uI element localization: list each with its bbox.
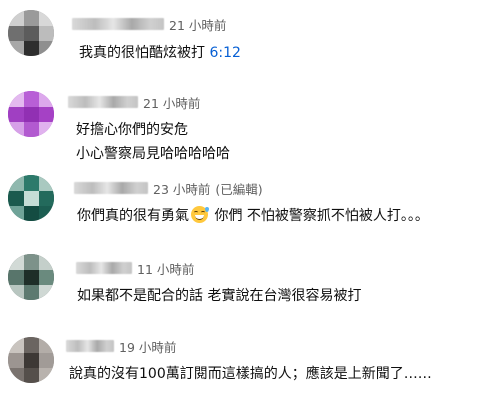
comment-text: 如果都不是配合的話 老實說在台灣很容易被打 xyxy=(77,288,362,304)
username-redacted[interactable] xyxy=(72,18,164,30)
comment-time[interactable]: 21 小時前 xyxy=(143,93,200,112)
comment-header: 21 小時前 xyxy=(68,93,200,111)
avatar[interactable] xyxy=(8,175,54,221)
edited-label: (已編輯) xyxy=(215,181,263,197)
avatar[interactable] xyxy=(8,254,54,300)
comment-text: 說真的沒有100萬訂閱而這樣搞的人；應該是上新聞了…… xyxy=(69,366,432,382)
avatar[interactable] xyxy=(8,337,54,383)
comment-text: 你們真的很有勇氣 你們 不怕被警察抓不怕被人打。。。 xyxy=(77,206,429,224)
comment-text-line-1: 好擔心你們的安危 xyxy=(76,122,188,138)
comment-time[interactable]: 21 小時前 xyxy=(169,15,226,34)
username-redacted[interactable] xyxy=(66,340,114,352)
grinning-sweat-emoji-icon xyxy=(191,206,209,223)
comment-header: 11 小時前 xyxy=(76,259,194,277)
comment-text: 我真的很怕酷炫被打 6:12 xyxy=(79,45,241,61)
comment-header: 23 小時前 (已編輯) xyxy=(74,179,263,197)
comment-text-line-2: 小心警察局見哈哈哈哈哈 xyxy=(76,146,230,162)
username-redacted[interactable] xyxy=(68,96,138,108)
comment-list: 21 小時前 我真的很怕酷炫被打 6:12 21 小時前 好擔心你們的安危 小心… xyxy=(0,0,501,402)
avatar[interactable] xyxy=(8,10,54,56)
timestamp-link[interactable]: 6:12 xyxy=(209,45,240,61)
username-redacted[interactable] xyxy=(76,262,132,274)
comment-time[interactable]: 23 小時前 xyxy=(153,179,210,198)
comment-header: 21 小時前 xyxy=(72,15,226,33)
comment-time[interactable]: 19 小時前 xyxy=(119,337,176,356)
comment-time[interactable]: 11 小時前 xyxy=(137,259,194,278)
avatar[interactable] xyxy=(8,91,54,137)
comment-header: 19 小時前 xyxy=(66,337,176,355)
username-redacted[interactable] xyxy=(74,182,148,194)
